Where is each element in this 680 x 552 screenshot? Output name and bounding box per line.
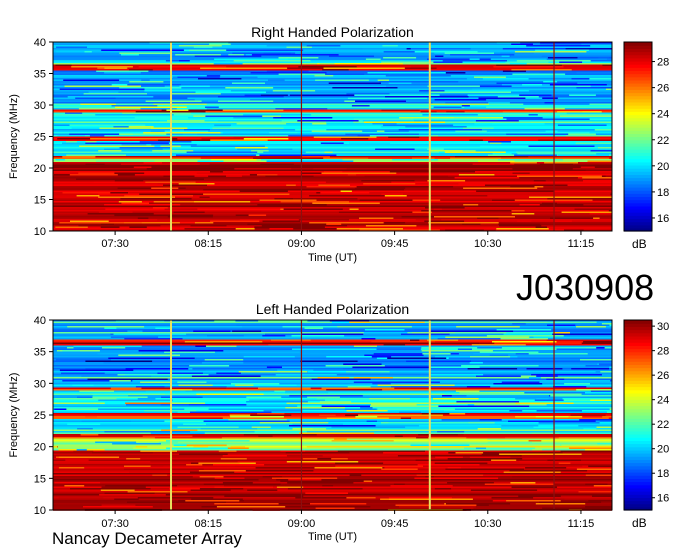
x-axis-label: Time (UT) [308,252,357,264]
y-tick-label: 30 [34,100,46,112]
y-tick-label: 40 [34,37,46,49]
spectrogram [53,320,612,511]
x-tick-label: 10:30 [474,238,502,250]
y-tick-label: 10 [34,226,46,238]
colorbar-unit: dB [632,237,647,251]
y-tick-label: 10 [34,505,46,517]
panel-right-polarization: Right Handed Polarization 10 15 20 25 30 35 40 F… [8,24,669,264]
y-tick-label: 35 [34,347,46,359]
colorbar-tick-label: 28 [657,57,669,69]
footer-label: Nancay Decameter Array [52,529,242,548]
colorbar-tick-label: 22 [657,135,669,147]
colorbar-tick-label: 20 [657,444,669,456]
dynamic-spectrum-figure: Right Handed Polarization 10 15 20 25 30 35 40 F… [8,24,669,548]
panel-title: Left Handed Polarization [256,301,409,317]
x-axis-label: Time (UT) [308,531,357,543]
spectrogram [53,42,612,232]
colorbar-tick-label: 24 [657,395,669,407]
observation-code: J030908 [516,267,654,308]
y-axis-label: Frequency (MHz) [8,373,20,458]
x-tick-label: 11:15 [568,518,595,530]
y-tick-label: 35 [34,69,46,81]
x-tick-label: 09:45 [381,238,409,250]
y-tick-label: 15 [34,195,46,207]
colorbar-tick-label: 26 [657,83,669,95]
x-tick-label: 07:30 [101,238,129,250]
colorbar-unit: dB [632,516,647,530]
colorbar-tick-label: 16 [657,493,669,505]
x-tick-label: 11:15 [568,238,595,250]
colorbar: 16 18 20 22 24 26 28 30 dB [623,319,669,530]
x-tick-label: 08:15 [195,238,223,250]
x-tick-label: 10:30 [474,518,502,530]
colorbar-tick-label: 18 [657,187,669,199]
colorbar-tick-label: 16 [657,213,669,225]
y-tick-label: 25 [34,410,46,422]
panel-title: Right Handed Polarization [251,24,414,40]
y-tick-label: 30 [34,378,46,390]
y-axis-label: Frequency (MHz) [8,94,20,179]
colorbar-tick-label: 20 [657,161,669,173]
colorbar-tick-label: 24 [657,109,669,121]
panel-left-polarization: Left Handed Polarization 10 15 20 25 30 35 40 Fr… [8,301,669,543]
x-tick-label: 09:00 [288,518,316,530]
colorbar-tick-label: 18 [657,468,669,480]
colorbar-tick-label: 30 [657,321,669,333]
y-tick-label: 20 [34,442,46,454]
y-tick-label: 25 [34,132,46,144]
x-tick-label: 09:00 [288,238,316,250]
colorbar-tick-label: 28 [657,346,669,358]
x-tick-label: 09:45 [381,518,409,530]
colorbar-tick-label: 22 [657,419,669,431]
colorbar: 16 18 20 22 24 26 28 dB [623,41,669,251]
y-tick-label: 15 [34,473,46,485]
colorbar-tick-label: 26 [657,370,669,382]
y-tick-label: 20 [34,163,46,175]
y-tick-label: 40 [34,315,46,327]
